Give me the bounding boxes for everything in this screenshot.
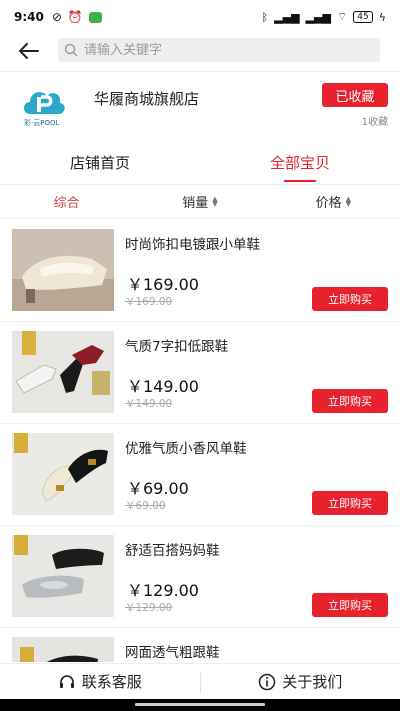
- info-icon: [258, 673, 276, 690]
- favorite-count: 1收藏: [361, 117, 388, 128]
- product-price: ￥169.00: [127, 275, 199, 294]
- product-price: ￥129.00: [127, 581, 199, 600]
- product-card[interactable]: 优雅气质小香风单鞋 ￥69.00 ￥69.00 立即购买: [0, 424, 400, 526]
- product-list: 时尚饰扣电镀跟小单鞋 ￥169.00 ￥169.00 立即购买 气质7字扣低跟鞋…: [0, 220, 400, 662]
- store-tabs: 店铺首页 全部宝贝: [0, 146, 400, 184]
- product-image: [12, 331, 114, 413]
- back-arrow-icon: [19, 43, 39, 59]
- sort-price-label: 价格: [315, 196, 342, 211]
- search-header: [0, 34, 400, 68]
- store-logo-text: 彩·云POOL: [24, 119, 60, 127]
- signal-icon-2: ▂▄▆: [305, 10, 331, 24]
- sort-arrows-icon: ▲ ▼: [212, 194, 218, 208]
- contact-service-label: 联系客服: [81, 673, 142, 691]
- status-time: 9:40: [14, 10, 44, 24]
- product-original-price: ￥129.00: [125, 602, 173, 614]
- store-header: 彩·云POOL 华履商城旗舰店 已收藏 1收藏: [0, 72, 400, 142]
- sort-comprehensive[interactable]: 综合: [0, 192, 133, 211]
- sort-sales-label: 销量: [182, 196, 209, 211]
- status-bar: 9:40 ⊘ ⏰ ᛒ ▂▄▆ ▂▄▆ ⌔ 45 ϟ: [0, 0, 400, 34]
- home-indicator: [0, 699, 400, 711]
- battery-icon: 45: [353, 11, 373, 23]
- product-card[interactable]: 时尚饰扣电镀跟小单鞋 ￥169.00 ￥169.00 立即购买: [0, 220, 400, 322]
- product-price: ￥149.00: [127, 377, 199, 396]
- app-notification-icon: [88, 11, 102, 23]
- search-input[interactable]: [84, 42, 364, 58]
- charging-icon: ϟ: [378, 10, 386, 24]
- contact-service-button[interactable]: 联系客服: [0, 671, 200, 692]
- buy-now-button[interactable]: 立即购买: [312, 491, 388, 515]
- bluetooth-icon: ᛒ: [261, 10, 269, 24]
- product-card[interactable]: 气质7字扣低跟鞋 ￥149.00 ￥149.00 立即购买: [0, 322, 400, 424]
- product-title: 气质7字扣低跟鞋: [125, 339, 229, 355]
- product-title: 优雅气质小香风单鞋: [125, 441, 247, 457]
- about-us-button[interactable]: 关于我们: [201, 671, 400, 692]
- product-image: [12, 637, 114, 662]
- tab-store-home[interactable]: 店铺首页: [0, 146, 200, 184]
- product-original-price: ￥169.00: [125, 296, 173, 308]
- mute-icon: ⊘: [51, 10, 62, 24]
- battery-level: 45: [357, 12, 369, 22]
- divider: [0, 218, 400, 219]
- sort-price[interactable]: 价格 ▲ ▼: [267, 192, 400, 211]
- product-image: [12, 229, 114, 311]
- product-original-price: ￥149.00: [125, 398, 173, 410]
- bottom-bar: 联系客服 关于我们: [0, 663, 400, 699]
- sort-arrows-icon: ▲ ▼: [345, 194, 352, 208]
- product-title: 网面透气粗跟鞋: [125, 645, 220, 661]
- sort-bar: 综合 销量 ▲ ▼ 价格 ▲ ▼: [0, 185, 400, 218]
- product-card[interactable]: 舒适百搭妈妈鞋 ￥129.00 ￥129.00 立即购买: [0, 526, 400, 628]
- store-name: 华履商城旗舰店: [94, 90, 200, 108]
- buy-now-button[interactable]: 立即购买: [312, 389, 388, 413]
- sort-comprehensive-label: 综合: [53, 196, 80, 211]
- buy-now-button[interactable]: 立即购买: [312, 287, 388, 311]
- product-image: [12, 535, 114, 617]
- buy-now-button[interactable]: 立即购买: [312, 593, 388, 617]
- product-image: [12, 433, 114, 515]
- store-logo: 彩·云POOL: [20, 84, 68, 130]
- product-title: 时尚饰扣电镀跟小单鞋: [125, 237, 260, 253]
- search-field[interactable]: [58, 38, 380, 62]
- favorite-button[interactable]: 已收藏: [322, 83, 388, 107]
- search-icon: [64, 43, 78, 57]
- tab-all-products[interactable]: 全部宝贝: [200, 146, 400, 184]
- headset-icon: [59, 674, 74, 688]
- product-original-price: ￥69.00: [125, 500, 166, 512]
- wifi-icon: ⌔: [336, 10, 348, 23]
- sort-sales[interactable]: 销量 ▲ ▼: [133, 192, 266, 211]
- home-indicator-bar[interactable]: [135, 703, 265, 706]
- product-title: 舒适百搭妈妈鞋: [125, 543, 220, 559]
- signal-icon: ▂▄▆: [274, 10, 300, 24]
- back-button[interactable]: [14, 36, 44, 66]
- product-price: ￥69.00: [127, 479, 189, 498]
- about-us-label: 关于我们: [282, 673, 343, 691]
- alarm-icon: ⏰: [67, 10, 83, 24]
- product-card[interactable]: 网面透气粗跟鞋: [0, 628, 400, 662]
